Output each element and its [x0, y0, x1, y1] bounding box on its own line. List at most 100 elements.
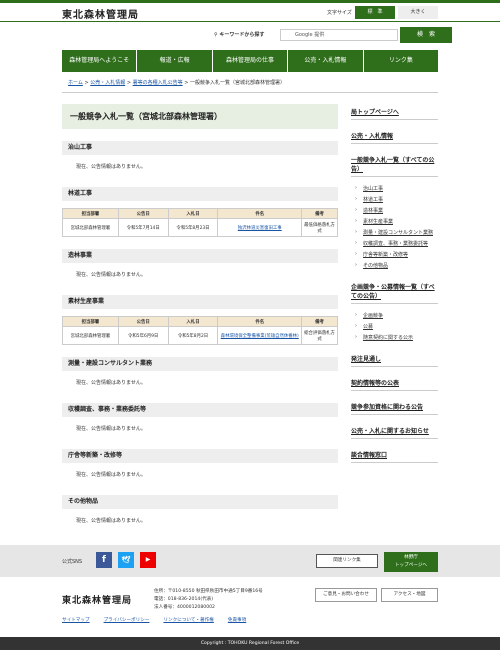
- side-sub-item[interactable]: 造林事業: [351, 205, 438, 216]
- section-reforestation: 造林事業 現在、公告情報はありません。: [62, 249, 338, 283]
- twitter-icon[interactable]: 🕊: [118, 552, 134, 568]
- breadcrumb-bid-info[interactable]: 公売・入札情報: [90, 80, 125, 86]
- cell-remark: 最低価格落札方式: [301, 218, 338, 237]
- col-bid-date: 入札日: [167, 316, 219, 327]
- side-counter[interactable]: 談合情報窓口: [351, 447, 438, 463]
- cell-bid-date: 令和5年8月2日: [167, 326, 219, 345]
- forestry-agency-button[interactable]: 林野庁 トップページへ: [384, 552, 438, 572]
- cell-notice-date: 令和5年6月9日: [117, 326, 169, 345]
- section-building: 庁舎等新築・改修等 現在、公告情報はありません。: [62, 449, 338, 483]
- section-other-goods: その他物品 現在、公告情報はありません。: [62, 495, 338, 529]
- section-forest-road: 林道工事 担当部署 公告日 入札日 件名 備考 宮城北部森林管理署 令和5年7月…: [62, 187, 338, 237]
- cell-title-link[interactable]: 森林環境保全整備事業(荒雄自然休養林): [217, 326, 303, 345]
- section-heading: 収穫調査、事務・業務委託等: [62, 403, 338, 417]
- search-engine-label: Google 提供: [295, 32, 325, 38]
- search-button[interactable]: 検 索: [400, 27, 452, 43]
- section-timber-production: 素材生産事業 担当部署 公告日 入札日 件名 備考 宮城北部森林管理署 令和5年…: [62, 295, 338, 345]
- no-notice-text: 現在、公告情報はありません。: [76, 164, 146, 170]
- section-heading: 治山工事: [62, 141, 338, 155]
- breadcrumb-divider: [62, 92, 438, 93]
- footer-link-privacy[interactable]: プライバシーポリシー: [104, 617, 150, 623]
- nav-bid-info[interactable]: 公売・入札情報: [288, 50, 363, 72]
- sns-band: 公式SNS f 🕊 ▶ 関連リンク集 林野庁 トップページへ: [0, 545, 500, 577]
- cell-bid-date: 令和5年8月23日: [167, 218, 219, 237]
- side-sub-item[interactable]: 公募: [351, 321, 438, 332]
- section-heading: その他物品: [62, 495, 338, 509]
- side-planning[interactable]: 企画競争・公募情報一覧（すべての公告）: [351, 279, 438, 304]
- footer-links: サイトマップ プライバシーポリシー リンクについて・著作権 免責事項: [62, 617, 246, 623]
- facebook-icon[interactable]: f: [96, 552, 112, 568]
- bid-table: 担当部署 公告日 入札日 件名 備考 宮城北部森林管理署 令和5年7月14日 令…: [62, 208, 338, 237]
- side-qualification[interactable]: 競争参加資格に関わる公告: [351, 399, 438, 415]
- side-sub-item[interactable]: 素材生産事業: [351, 216, 438, 227]
- sns-label: 公式SNS: [62, 559, 83, 565]
- access-map-button[interactable]: アクセス・地図: [381, 588, 438, 602]
- side-inquiry[interactable]: 公売・入札に関するお知らせ: [351, 423, 438, 439]
- side-sub-item[interactable]: 治山工事: [351, 183, 438, 194]
- side-sub-item[interactable]: その他物品: [351, 260, 438, 271]
- col-dept: 担当部署: [62, 208, 119, 219]
- search-label: ⚲ キーワードから探す: [214, 32, 265, 38]
- table-row: 宮城北部森林管理署 令和5年6月9日 令和5年8月2日 森林環境保全整備事業(荒…: [62, 326, 338, 345]
- section-survey-consulting: 測量・建設コンサルタント業務 現在、公告情報はありません。: [62, 357, 338, 391]
- footer-link-copyright[interactable]: リンクについて・著作権: [163, 617, 213, 623]
- col-remark: 備考: [301, 208, 338, 219]
- table-header-row: 担当部署 公告日 入札日 件名 備考: [62, 316, 338, 327]
- breadcrumb-home[interactable]: ホーム: [68, 80, 83, 86]
- font-size-large-button[interactable]: 大きく: [398, 6, 438, 19]
- col-title: 件名: [217, 316, 303, 327]
- section-harvest-survey: 収穫調査、事務・業務委託等 現在、公告情報はありません。: [62, 403, 338, 437]
- search-icon: ⚲: [214, 32, 218, 38]
- col-remark: 備考: [301, 316, 338, 327]
- section-heading: 林道工事: [62, 187, 338, 201]
- side-sublist-general: 治山工事 林道工事 造林事業 素材生産事業 測量・建設コンサルタント業務 収穫調…: [351, 183, 438, 271]
- cell-title-link[interactable]: 独沢林道災害復旧工事: [217, 218, 303, 237]
- nav-links[interactable]: リンク集: [363, 50, 439, 72]
- section-erosion-control: 治山工事 現在、公告情報はありません。: [62, 141, 338, 175]
- col-title: 件名: [217, 208, 303, 219]
- no-notice-text: 現在、公告情報はありません。: [76, 518, 146, 524]
- footer-link-sitemap[interactable]: サイトマップ: [62, 617, 90, 623]
- bid-table: 担当部署 公告日 入札日 件名 備考 宮城北部森林管理署 令和5年6月9日 令和…: [62, 316, 338, 345]
- section-heading: 造林事業: [62, 249, 338, 263]
- nav-work[interactable]: 森林管理局の仕事: [212, 50, 288, 72]
- side-sub-item[interactable]: 収穫調査、事務・業務委託等: [351, 238, 438, 249]
- side-sub-item[interactable]: 測量・建設コンサルタント業務: [351, 227, 438, 238]
- cell-dept: 宮城北部森林管理署: [62, 218, 119, 237]
- side-sub-item[interactable]: 随意契約に関する公示: [351, 332, 438, 343]
- font-size-standard-button[interactable]: 標 準: [355, 6, 395, 19]
- section-heading: 測量・建設コンサルタント業務: [62, 357, 338, 371]
- nav-press[interactable]: 報道・広報: [137, 50, 212, 72]
- nav-welcome[interactable]: 森林管理局へようこそ: [62, 50, 137, 72]
- global-nav: 森林管理局へようこそ 報道・広報 森林管理局の仕事 公売・入札情報 リンク集: [62, 50, 439, 72]
- breadcrumb: ホーム > 公売・入札情報 > 署等の各種入札公告等 > 一般競争入札一覧（宮城…: [68, 80, 286, 86]
- youtube-icon[interactable]: ▶: [140, 552, 156, 568]
- side-top-link[interactable]: 局トップページへ: [351, 104, 438, 120]
- side-sub-item[interactable]: 庁舎等新築・改修等: [351, 249, 438, 260]
- related-links-button[interactable]: 関連リンク集: [316, 554, 378, 568]
- breadcrumb-current: 一般競争入札一覧（宮城北部森林管理署）: [190, 80, 286, 86]
- side-sub-item[interactable]: 林道工事: [351, 194, 438, 205]
- page-title: 一般競争入札一覧（宮城北部森林管理署）: [62, 104, 338, 129]
- side-general-list[interactable]: 一般競争入札一覧（すべての公告）: [351, 152, 438, 177]
- main-content: 一般競争入札一覧（宮城北部森林管理署） 治山工事 現在、公告情報はありません。 …: [62, 104, 338, 529]
- side-sub-item[interactable]: 企画競争: [351, 310, 438, 321]
- col-bid-date: 入札日: [167, 208, 219, 219]
- footer-org-name: 東北森林管理局: [62, 596, 133, 606]
- search-input[interactable]: Google 提供: [280, 29, 398, 41]
- contact-button[interactable]: ご意見・お問い合わせ: [315, 588, 377, 602]
- no-notice-text: 現在、公告情報はありません。: [76, 380, 146, 386]
- footer-link-disclaimer[interactable]: 免責事項: [228, 617, 246, 623]
- search-bar: ⚲ キーワードから探す Google 提供 検 索: [214, 27, 452, 43]
- side-sublist-planning: 企画競争 公募 随意契約に関する公示: [351, 310, 438, 343]
- side-nav: 局トップページへ 公売・入札情報 一般競争入札一覧（すべての公告） 治山工事 林…: [351, 104, 438, 463]
- side-order-outlook[interactable]: 発注見通し: [351, 351, 438, 367]
- section-heading: 素材生産事業: [62, 295, 338, 309]
- col-notice-date: 公告日: [117, 316, 169, 327]
- side-bid-info[interactable]: 公売・入札情報: [351, 128, 438, 144]
- col-notice-date: 公告日: [117, 208, 169, 219]
- footer-address: 住所：〒010-8550 秋田県秋田市中通5丁目9番16号: [154, 589, 263, 594]
- site-title[interactable]: 東北森林管理局: [62, 6, 139, 21]
- breadcrumb-office-notices[interactable]: 署等の各種入札公告等: [133, 80, 183, 86]
- side-contracts[interactable]: 契約情報等の公表: [351, 375, 438, 391]
